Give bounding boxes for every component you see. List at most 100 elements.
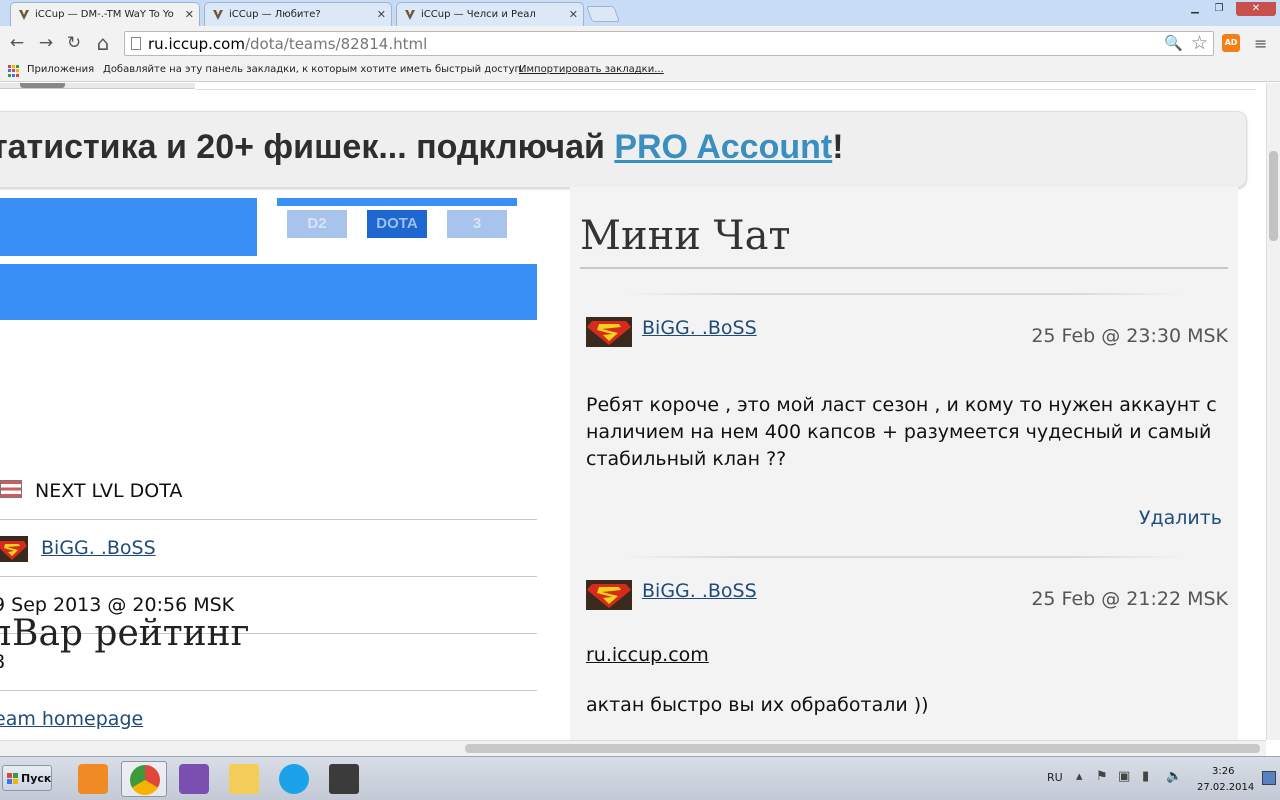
pro-account-banner: татистика и 20+ фишек... подключай PRO A… [0, 111, 1247, 188]
chat-message-text: актан быстро вы их обработали )) [586, 694, 929, 716]
url-domain: ru.iccup.com [148, 35, 245, 53]
iccup-favicon-icon [213, 10, 223, 20]
taskbar: Пуск RU ▴ ⚑ ▣ ▮ 🔈 3:26 27.02.2014 [0, 756, 1280, 800]
game-icon-d2[interactable]: D2 [287, 210, 347, 238]
close-window-icon[interactable]: ✕ [1236, 2, 1276, 16]
top-nav-border [196, 83, 1256, 90]
windows-logo-icon [7, 773, 18, 784]
iccup-favicon-icon [19, 10, 29, 20]
chat-message-link[interactable]: ru.iccup.com [586, 644, 709, 666]
chat-timestamp: 25 Feb @ 23:30 MSK [1031, 325, 1228, 347]
team-homepage-link[interactable]: eam homepage [0, 708, 143, 730]
visual-studio-icon [179, 764, 209, 794]
game-icon-dota[interactable]: DOTA [367, 210, 427, 238]
tray-expand-icon[interactable]: ▴ [1076, 769, 1083, 784]
taskbar-explorer[interactable] [221, 761, 267, 797]
tab-2[interactable]: iCCup — Любите? ✕ [204, 2, 392, 26]
chat-timestamp: 25 Feb @ 21:22 MSK [1031, 588, 1228, 610]
start-label: Пуск [21, 772, 52, 785]
tab-title: iCCup — Любите? [229, 9, 321, 20]
bookmark-star-icon[interactable]: ☆ [1191, 32, 1208, 54]
superman-avatar-icon [0, 536, 28, 562]
close-tab-icon[interactable]: ✕ [185, 8, 194, 21]
chat-username-link[interactable]: BiGG. .BoSS [642, 317, 757, 339]
close-tab-icon[interactable]: ✕ [377, 8, 386, 21]
tab-strip: iCCup — DM-.-TM WaY To Yo ✕ iCCup — Люби… [0, 0, 1280, 26]
taskbar-media-player[interactable] [70, 761, 116, 797]
language-indicator[interactable]: RU [1047, 771, 1063, 784]
back-icon[interactable]: ← [6, 32, 28, 54]
vertical-scroll-thumb[interactable] [1269, 151, 1278, 241]
taskbar-chrome[interactable] [121, 761, 167, 797]
game-selector-bar [277, 198, 517, 206]
team-count: 8 [0, 651, 5, 673]
horizontal-scrollbar[interactable] [0, 740, 1266, 756]
team-title-block [0, 264, 537, 320]
team-homepage-row: eam homepage [0, 691, 537, 740]
volume-icon[interactable]: 🔈 [1166, 769, 1182, 784]
banner-end: ! [832, 128, 844, 166]
team-name-row: NEXT LVL DOTA [0, 463, 537, 520]
apps-icon[interactable] [8, 65, 20, 77]
close-tab-icon[interactable]: ✕ [569, 8, 578, 21]
team-header-block [0, 198, 257, 256]
apps-shortcut[interactable]: Приложения [27, 64, 94, 75]
clock-date[interactable]: 27.02.2014 [1197, 782, 1254, 793]
game-icon-wc3[interactable]: 3 [447, 210, 507, 238]
bookmarks-hint: Добавляйте на эту панель закладки, к кот… [103, 64, 525, 75]
menu-icon[interactable]: ≡ [1254, 34, 1267, 53]
action-center-flag-icon[interactable]: ⚑ [1096, 769, 1108, 784]
taskbar-visual-studio[interactable] [171, 761, 217, 797]
maximize-icon[interactable]: ❐ [1208, 2, 1230, 16]
iccup-favicon-icon [405, 10, 415, 20]
top-nav-tab [20, 83, 65, 88]
bookmarks-bar: Приложения Добавляйте на эту панель закл… [0, 60, 1280, 82]
game-client-icon [329, 764, 359, 794]
page-icon [131, 37, 141, 50]
media-player-icon [78, 764, 108, 794]
adblock-extension-icon[interactable]: AD [1222, 34, 1240, 52]
address-bar[interactable]: ru.iccup.com/dota/teams/82814.html 🔍 ☆ [124, 31, 1214, 56]
zoom-icon[interactable]: 🔍 [1164, 34, 1183, 52]
tab-title: iCCup — DM-.-TM WaY To Yo [35, 9, 174, 20]
url-text[interactable]: ru.iccup.com/dota/teams/82814.html [148, 35, 427, 53]
chat-separator [624, 293, 1184, 295]
vertical-scrollbar[interactable] [1266, 83, 1280, 740]
new-tab-button[interactable] [586, 6, 620, 22]
tab-3[interactable]: iCCup — Челси и Реал ✕ [396, 2, 584, 26]
taskbar-game[interactable] [321, 761, 367, 797]
forward-icon[interactable]: → [35, 32, 57, 54]
pro-account-link[interactable]: PRO Account [614, 128, 832, 166]
delete-message-link[interactable]: Удалить [1139, 507, 1222, 529]
mini-chat-panel: Мини Чат BiGG. .BoSS 25 Feb @ 23:30 MSK … [570, 187, 1238, 740]
power-icon[interactable]: ▮ [1142, 769, 1149, 784]
chat-username-link[interactable]: BiGG. .BoSS [642, 580, 757, 602]
network-icon[interactable]: ▣ [1118, 769, 1130, 784]
page-viewport: татистика и 20+ фишек... подключай PRO A… [0, 83, 1266, 740]
skype-icon [279, 764, 309, 794]
minimize-icon[interactable]: ▁ [1184, 2, 1206, 16]
country-flag-icon [0, 480, 22, 498]
team-leader-link[interactable]: BiGG. .BoSS [41, 537, 156, 559]
tab-title: iCCup — Челси и Реал [421, 9, 536, 20]
reload-icon[interactable]: ↻ [63, 32, 85, 54]
tab-1[interactable]: iCCup — DM-.-TM WaY To Yo ✕ [10, 2, 200, 26]
rating-heading: пВар рейтинг [0, 613, 250, 654]
chat-title-divider [580, 267, 1228, 269]
show-desktop-button[interactable] [1262, 771, 1276, 785]
horizontal-scroll-thumb[interactable] [465, 744, 1260, 753]
taskbar-skype[interactable] [271, 761, 317, 797]
import-bookmarks-link[interactable]: Импортировать закладки... [519, 64, 664, 75]
start-button[interactable]: Пуск [2, 765, 52, 791]
clock-time[interactable]: 3:26 [1212, 766, 1234, 777]
chat-message-body: ru.iccup.com актан быстро вы их обработа… [586, 642, 1226, 719]
chat-message-text: Ребят короче , это мой ласт сезон , и ко… [586, 394, 1217, 470]
banner-text: татистика и 20+ фишек... подключай [0, 128, 615, 166]
home-icon[interactable]: ⌂ [92, 32, 114, 54]
folder-icon [229, 764, 259, 794]
chat-title: Мини Чат [580, 213, 791, 259]
chat-message: BiGG. .BoSS 25 Feb @ 23:30 MSK Ребят кор… [570, 317, 1238, 557]
team-leader-row: BiGG. .BoSS [0, 520, 537, 577]
superman-avatar-icon [586, 317, 632, 347]
team-info-column: D2 DOTA 3 NEXT LVL DOTA BiGG. .BoSS 9 Se… [0, 187, 570, 740]
